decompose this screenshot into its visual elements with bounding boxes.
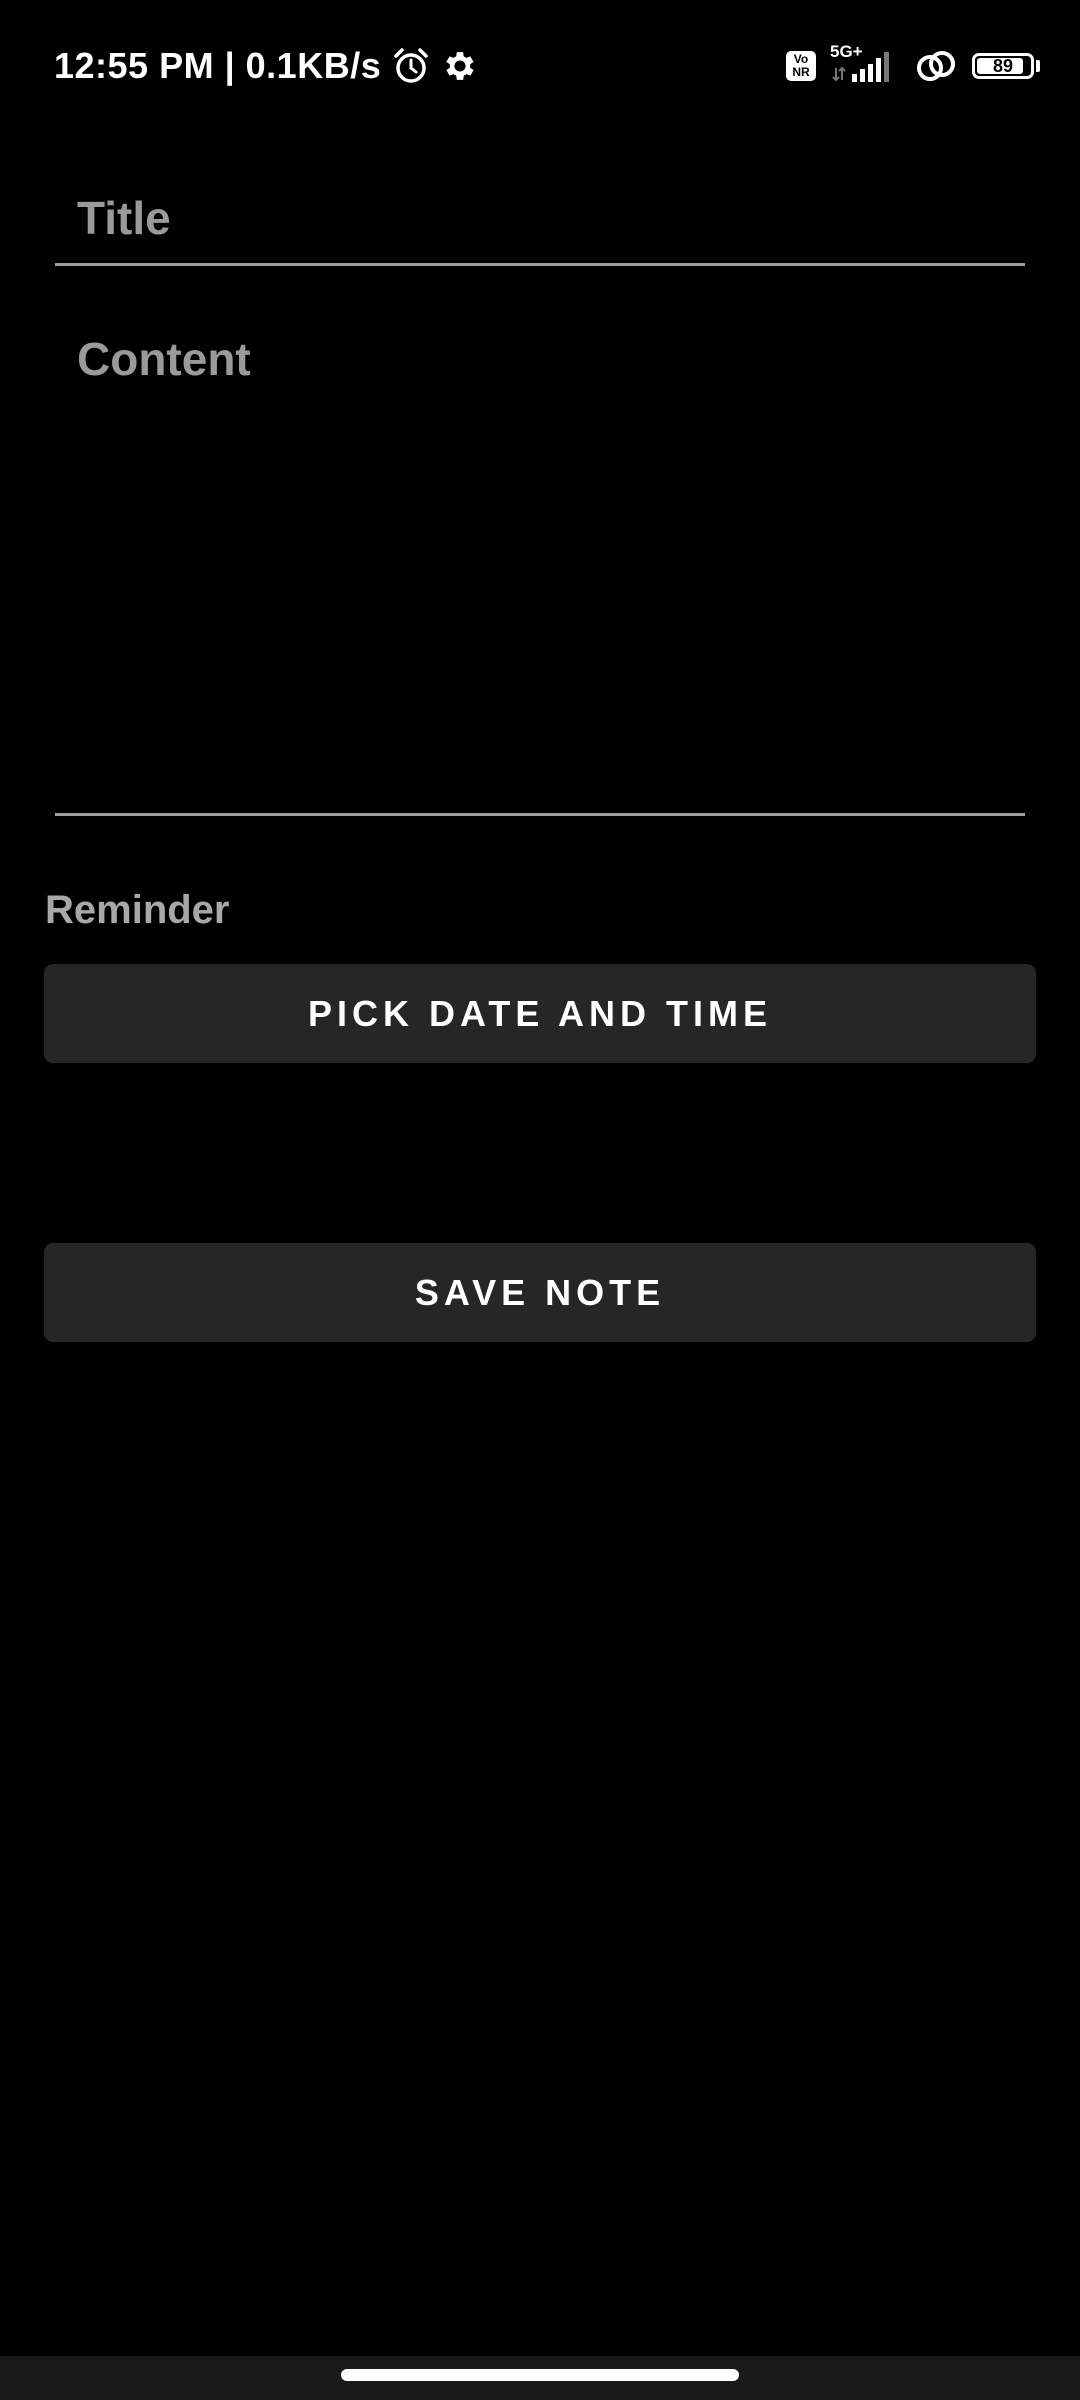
battery-icon: 89: [972, 53, 1040, 79]
alarm-icon: [391, 46, 431, 86]
save-note-button[interactable]: SAVE NOTE: [44, 1243, 1036, 1342]
status-left: 12:55 PM | 0.1KB/s: [54, 42, 479, 90]
link-icon: [914, 46, 958, 86]
status-bar: 12:55 PM | 0.1KB/s Vo NR 5G+ 89: [0, 0, 1080, 132]
reminder-label: Reminder: [45, 888, 230, 932]
pick-date-time-button[interactable]: PICK DATE AND TIME: [44, 964, 1036, 1063]
navigation-bar: [0, 2356, 1080, 2400]
gear-icon: [441, 47, 479, 85]
status-right: Vo NR 5G+ 89: [786, 42, 1040, 90]
volte-badge-bottom: NR: [792, 65, 810, 79]
battery-body: 89: [972, 53, 1034, 79]
title-field: [55, 170, 1025, 266]
signal-icon: 5G+: [830, 42, 900, 86]
home-gesture-handle[interactable]: [341, 2369, 739, 2381]
title-input[interactable]: [77, 188, 1015, 248]
content-input[interactable]: [77, 332, 1015, 793]
status-time-speed: 12:55 PM | 0.1KB/s: [54, 45, 382, 86]
volte-icon: Vo NR: [786, 51, 816, 81]
content-field: [55, 310, 1025, 816]
battery-tip: [1036, 60, 1040, 72]
battery-level: 89: [992, 55, 1014, 76]
